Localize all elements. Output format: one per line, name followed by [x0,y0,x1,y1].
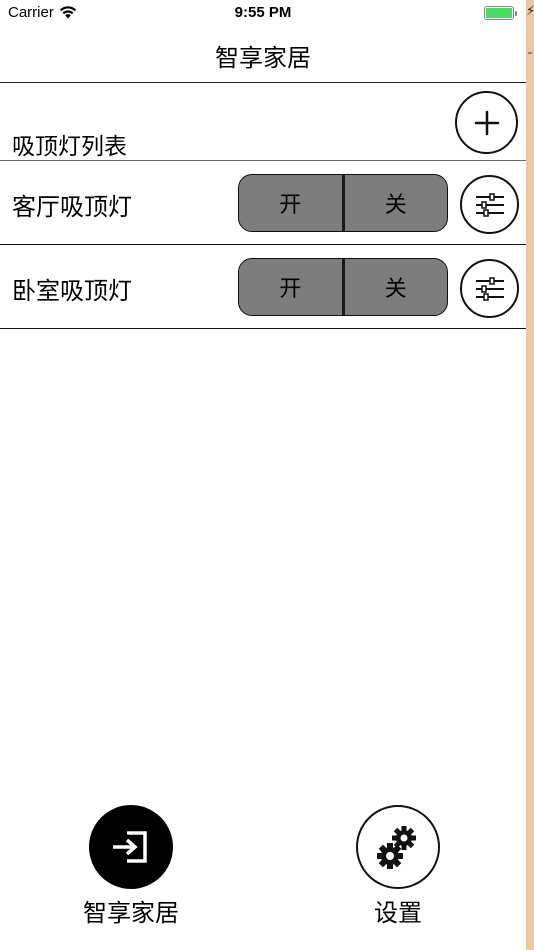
status-bar: Carrier 9:55 PM [0,0,526,28]
page-title: 智享家居 [215,44,311,72]
list-title: 吸顶灯列表 [12,134,127,160]
battery-tip [515,11,517,16]
light-settings-button[interactable] [460,175,519,234]
light-on-button[interactable]: 开 [239,259,345,315]
light-off-button[interactable]: 关 [345,259,448,315]
tab-home-icon-circle[interactable] [89,805,173,889]
gears-icon [377,826,416,869]
light-name: 客厅吸顶灯 [12,193,132,221]
tab-home-label: 智享家居 [83,899,179,927]
light-row-living-room: 客厅吸顶灯 开 关 [0,161,526,245]
status-time: 9:55 PM [234,4,292,21]
light-name: 卧室吸顶灯 [12,277,132,305]
add-light-button[interactable] [455,91,518,154]
tab-settings-label: 设置 [374,899,422,927]
sliders-icon [475,276,504,301]
tab-bar: 智享家居 设置 [0,800,526,950]
on-off-toggle: 开 关 [238,174,448,232]
navigation-bar: 智享家居 [0,28,526,83]
on-off-toggle: 开 关 [238,258,448,316]
battery-icon [484,6,517,20]
light-off-button[interactable]: 关 [345,175,448,231]
light-settings-button[interactable] [460,259,519,318]
side-marker [528,52,532,54]
login-arrow-icon [113,831,147,863]
tab-settings[interactable]: 设置 [328,805,468,935]
plus-icon [474,110,499,135]
tab-home[interactable]: 智享家居 [61,805,201,935]
side-strip: ⚡ [526,0,534,950]
light-row-bedroom: 卧室吸顶灯 开 关 [0,245,526,329]
charging-bolt-icon: ⚡ [526,4,534,19]
sliders-icon [475,192,504,217]
battery-level [486,8,512,18]
light-on-button[interactable]: 开 [239,175,345,231]
list-header: 吸顶灯列表 [0,83,526,161]
tab-settings-icon-circle[interactable] [356,805,440,889]
